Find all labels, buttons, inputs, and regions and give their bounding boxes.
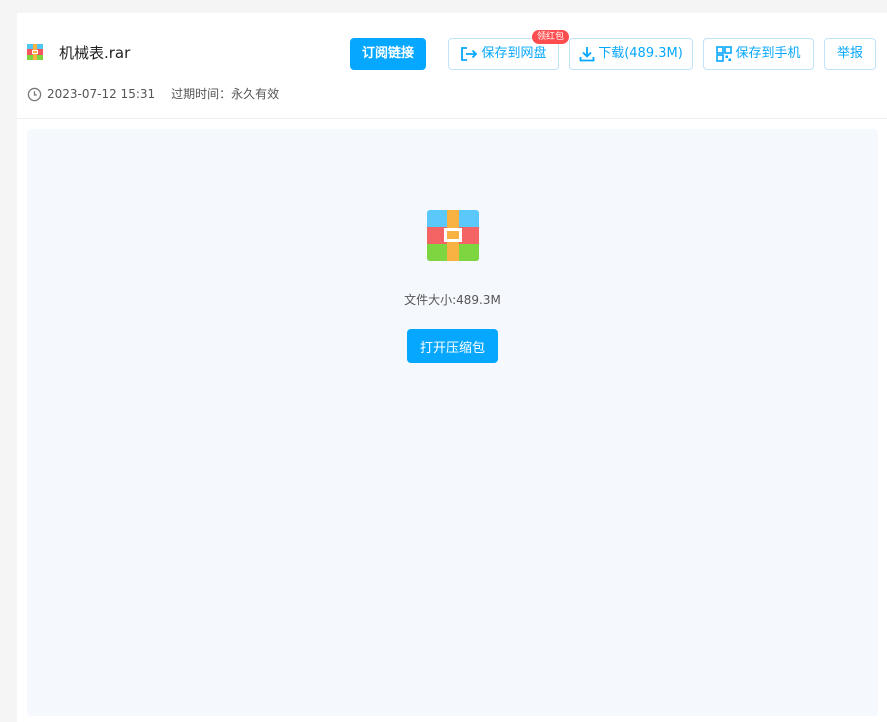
save-cloud-icon [461, 47, 478, 61]
open-archive-button[interactable]: 打开压缩包 [407, 329, 498, 363]
download-icon [579, 47, 595, 62]
file-size: 文件大小:489.3M [404, 293, 501, 307]
file-meta: 2023-07-12 15:31 过期时间：永久有效 [27, 85, 279, 103]
file-share-card: 机械表.rar 2023-07-12 15:31 过期时间：永久有效 订阅链接 … [17, 13, 887, 722]
rar-archive-icon [27, 44, 43, 60]
upload-date: 2023-07-12 15:31 [47, 87, 156, 101]
file-preview-panel: 文件大小:489.3M 打开压缩包 [27, 129, 878, 716]
file-name: 机械表.rar [59, 44, 131, 62]
qr-code-icon [716, 46, 733, 62]
download-button[interactable]: 下载(489.3M) [569, 38, 693, 70]
subscribe-label: 订阅链接 [361, 46, 414, 61]
red-packet-badge: 领红包 [532, 30, 570, 44]
subscribe-button[interactable]: 订阅链接 [350, 38, 426, 70]
clock-icon [27, 87, 42, 101]
report-button[interactable]: 举报 [824, 38, 876, 70]
save-to-phone-button[interactable]: 保存到手机 [703, 38, 814, 70]
file-header: 机械表.rar 2023-07-12 15:31 过期时间：永久有效 订阅链接 … [17, 13, 887, 119]
save-phone-label: 保存到手机 [735, 46, 801, 61]
rar-archive-large-icon [427, 210, 479, 261]
expire-info: 过期时间：永久有效 [171, 87, 280, 101]
report-label: 举报 [836, 46, 863, 61]
download-label: 下载(489.3M) [598, 46, 683, 61]
